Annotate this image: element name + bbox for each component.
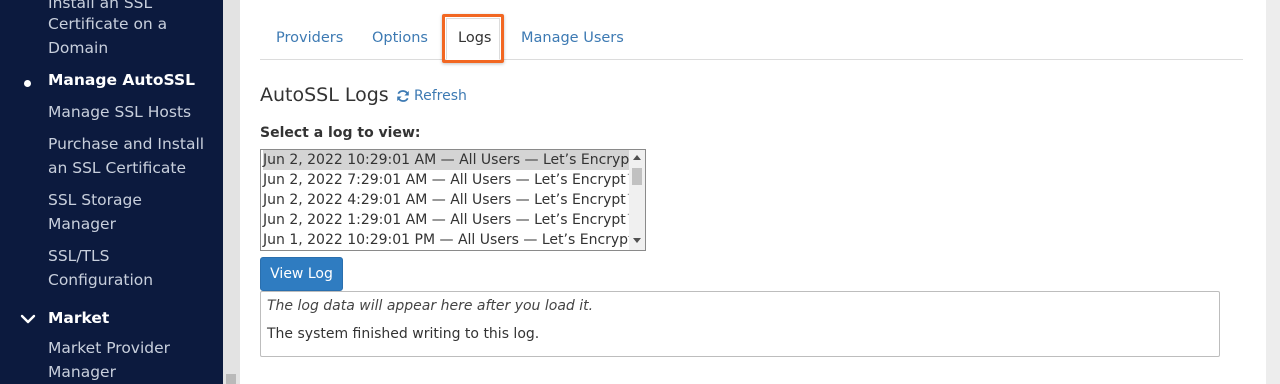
- listbox-scrollbar[interactable]: [629, 150, 645, 250]
- chevron-down-icon[interactable]: [19, 310, 37, 328]
- scroll-up-arrow-icon[interactable]: [633, 155, 641, 160]
- tab-providers[interactable]: Providers: [276, 30, 343, 46]
- sidebar-item-ssl-tls-line2[interactable]: Configuration: [48, 268, 218, 292]
- log-option[interactable]: Jun 2, 2022 1:29:01 AM — All Users — Let…: [263, 210, 640, 230]
- sidebar-item-market-provider-line2[interactable]: Manager: [48, 360, 218, 384]
- log-option[interactable]: Jun 2, 2022 10:29:01 AM — All Users — Le…: [263, 150, 645, 170]
- log-output-box: The log data will appear here after you …: [260, 291, 1220, 357]
- log-option[interactable]: Jun 1, 2022 10:29:01 PM — All Users — Le…: [263, 230, 645, 250]
- log-option[interactable]: Jun 2, 2022 7:29:01 AM — All Users — Let…: [263, 170, 640, 190]
- refresh-icon: [397, 90, 409, 102]
- sidebar-item-ssl-storage-line2[interactable]: Manager: [48, 212, 218, 236]
- sidebar-item-purchase-ssl-line2[interactable]: an SSL Certificate: [48, 156, 218, 180]
- sidebar-item-manage-autossl[interactable]: Manage AutoSSL: [48, 68, 218, 92]
- view-log-button[interactable]: View Log: [260, 257, 343, 291]
- refresh-label: Refresh: [414, 88, 467, 104]
- active-bullet-icon: [24, 80, 31, 87]
- sidebar-scrollbar-thumb[interactable]: [226, 374, 236, 384]
- refresh-link[interactable]: Refresh: [396, 88, 467, 104]
- logs-tab-highlight: [442, 14, 504, 63]
- sidebar: Install an SSL Certificate on a Domain M…: [0, 0, 223, 384]
- log-option[interactable]: Jun 2, 2022 4:29:01 AM — All Users — Let…: [263, 190, 640, 210]
- sidebar-item-install-ssl-line3[interactable]: Domain: [48, 36, 218, 60]
- scroll-down-arrow-icon[interactable]: [633, 238, 641, 243]
- tab-manage-users[interactable]: Manage Users: [521, 30, 624, 46]
- log-finished-text: The system finished writing to this log.: [267, 326, 540, 342]
- select-log-label: Select a log to view:: [260, 125, 421, 141]
- sidebar-item-ssl-tls-line1[interactable]: SSL/TLS: [48, 244, 218, 268]
- page-scrollbar-track[interactable]: [1266, 0, 1280, 384]
- listbox-scrollbar-thumb[interactable]: [632, 168, 642, 185]
- tab-divider: [260, 59, 1243, 60]
- log-select-listbox[interactable]: Jun 2, 2022 10:29:01 AM — All Users — Le…: [260, 149, 646, 251]
- sidebar-item-purchase-ssl-line1[interactable]: Purchase and Install: [48, 132, 218, 156]
- sidebar-item-manage-ssl-hosts[interactable]: Manage SSL Hosts: [48, 100, 218, 124]
- sidebar-item-ssl-storage-line1[interactable]: SSL Storage: [48, 188, 218, 212]
- sidebar-section-market[interactable]: Market: [48, 306, 109, 330]
- log-placeholder-text: The log data will appear here after you …: [267, 298, 594, 314]
- sidebar-item-install-ssl-line2[interactable]: Certificate on a: [48, 12, 218, 36]
- page-title: AutoSSL Logs: [260, 84, 389, 106]
- sidebar-item-market-provider-line1[interactable]: Market Provider: [48, 336, 218, 360]
- tab-options[interactable]: Options: [372, 30, 428, 46]
- sidebar-scrollbar-track[interactable]: [223, 0, 240, 384]
